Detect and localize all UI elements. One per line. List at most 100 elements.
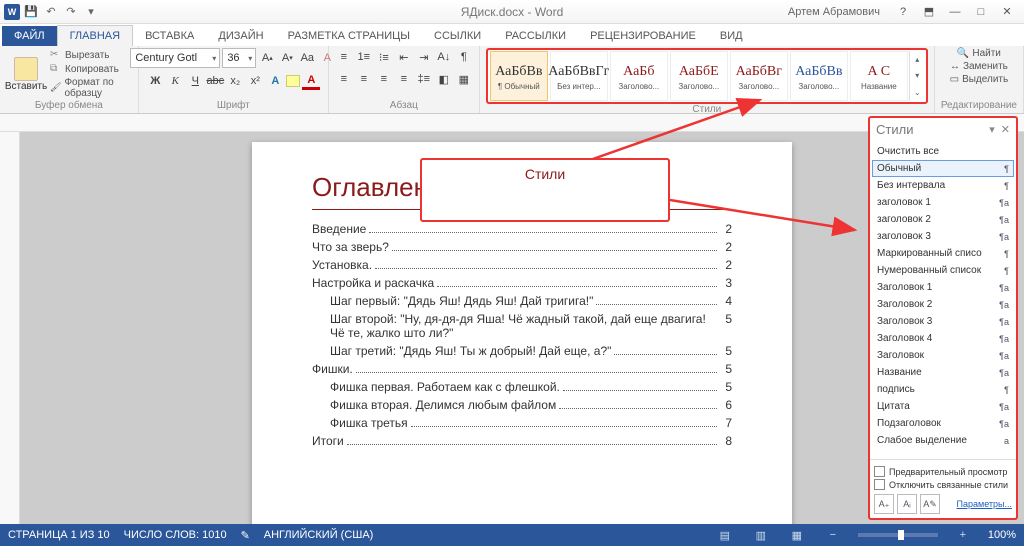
maximize-icon[interactable]: □ xyxy=(968,3,994,21)
toc-entry[interactable]: Фишка первая. Работаем как с флешкой.5 xyxy=(312,380,732,394)
shading-icon[interactable]: ◧ xyxy=(435,70,453,88)
underline-button[interactable]: Ч xyxy=(186,72,204,90)
toc-entry[interactable]: Настройка и раскачка3 xyxy=(312,276,732,290)
style-list-item[interactable]: Обычный¶ xyxy=(872,160,1014,177)
show-marks-icon[interactable]: ¶ xyxy=(455,48,473,66)
find-button[interactable]: 🔍Найти xyxy=(957,48,1001,59)
linked-styles-checkbox[interactable]: Отключить связанные стили xyxy=(874,479,1012,490)
style-gallery-item[interactable]: АаБбЗаголово... xyxy=(610,51,668,101)
style-gallery-item[interactable]: АаБбВвЗаголово... xyxy=(790,51,848,101)
styles-gallery-more[interactable]: ▴▾⌄ xyxy=(909,51,925,101)
highlight-icon[interactable] xyxy=(286,75,300,87)
align-right-icon[interactable]: ≡ xyxy=(375,70,393,88)
style-list-item[interactable]: Заголовок 2¶а xyxy=(872,296,1014,313)
vertical-ruler[interactable] xyxy=(0,132,20,524)
toc-entry[interactable]: Фишка третья7 xyxy=(312,416,732,430)
font-color-icon[interactable]: A xyxy=(302,72,320,90)
preview-checkbox[interactable]: Предварительный просмотр xyxy=(874,466,1012,477)
tab-design[interactable]: ДИЗАЙН xyxy=(206,26,275,46)
tab-insert[interactable]: ВСТАВКА xyxy=(133,26,206,46)
ribbon-collapse-icon[interactable]: ⬒ xyxy=(916,3,942,21)
help-icon[interactable]: ? xyxy=(890,3,916,21)
font-size-combo[interactable]: 36 xyxy=(222,48,256,68)
style-list-item[interactable]: Без интервала¶ xyxy=(872,177,1014,194)
bold-button[interactable]: Ж xyxy=(146,72,164,90)
zoom-slider[interactable] xyxy=(858,533,938,537)
style-list-item[interactable]: Подзаголовок¶а xyxy=(872,415,1014,432)
style-gallery-item[interactable]: АаБбВв¶ Обычный xyxy=(490,51,548,101)
align-center-icon[interactable]: ≡ xyxy=(355,70,373,88)
style-gallery-item[interactable]: АаБбВгЗаголово... xyxy=(730,51,788,101)
style-gallery-item[interactable]: А СНазвание xyxy=(850,51,908,101)
style-list-item[interactable]: заголовок 2¶а xyxy=(872,211,1014,228)
tab-home[interactable]: ГЛАВНАЯ xyxy=(57,25,133,46)
new-style-button[interactable]: A₊ xyxy=(874,494,894,514)
toc-entry[interactable]: Что за зверь?2 xyxy=(312,240,732,254)
format-painter-button[interactable]: Формат по образцу xyxy=(50,77,132,99)
paste-button[interactable]: Вставить xyxy=(6,57,46,92)
sort-icon[interactable]: A↓ xyxy=(435,48,453,66)
toc-entry[interactable]: Установка.2 xyxy=(312,258,732,272)
strikethrough-button[interactable]: abc xyxy=(206,72,224,90)
styles-pane-dropdown-icon[interactable]: ▾ xyxy=(989,123,995,136)
qat-undo-icon[interactable]: ↶ xyxy=(42,3,60,21)
toc-entry[interactable]: Фишка вторая. Делимся любым файлом6 xyxy=(312,398,732,412)
superscript-button[interactable]: x² xyxy=(246,72,264,90)
status-page[interactable]: СТРАНИЦА 1 ИЗ 10 xyxy=(8,529,110,541)
view-print-icon[interactable]: ▥ xyxy=(750,527,772,543)
style-gallery-item[interactable]: АаБбЕЗаголово... xyxy=(670,51,728,101)
user-name[interactable]: Артем Абрамович xyxy=(788,6,880,18)
close-icon[interactable]: ✕ xyxy=(994,3,1020,21)
zoom-in-icon[interactable]: + xyxy=(952,527,974,543)
style-inspector-button[interactable]: Aᵢ xyxy=(897,494,917,514)
multilevel-icon[interactable]: ⁝≡ xyxy=(375,48,393,66)
align-left-icon[interactable]: ≡ xyxy=(335,70,353,88)
increase-indent-icon[interactable]: ⇥ xyxy=(415,48,433,66)
qat-more-icon[interactable]: ▾ xyxy=(82,3,100,21)
tab-mailings[interactable]: РАССЫЛКИ xyxy=(493,26,578,46)
view-read-icon[interactable]: ▤ xyxy=(714,527,736,543)
replace-button[interactable]: ↔Заменить xyxy=(950,61,1008,72)
minimize-icon[interactable]: — xyxy=(942,3,968,21)
qat-redo-icon[interactable]: ↷ xyxy=(62,3,80,21)
style-list-item[interactable]: Маркированный списо¶ xyxy=(872,245,1014,262)
tab-references[interactable]: ССЫЛКИ xyxy=(422,26,493,46)
numbering-icon[interactable]: 1≡ xyxy=(355,48,373,66)
copy-button[interactable]: Копировать xyxy=(50,63,132,75)
style-list-item[interactable]: Нумерованный список¶ xyxy=(872,262,1014,279)
style-list-item[interactable]: Заголовок 4¶а xyxy=(872,330,1014,347)
toc-entry[interactable]: Итоги8 xyxy=(312,434,732,448)
zoom-out-icon[interactable]: − xyxy=(822,527,844,543)
shrink-font-icon[interactable]: A▾ xyxy=(278,49,296,67)
tab-review[interactable]: РЕЦЕНЗИРОВАНИЕ xyxy=(578,26,708,46)
line-spacing-icon[interactable]: ‡≡ xyxy=(415,70,433,88)
tab-file[interactable]: ФАЙЛ xyxy=(2,26,57,46)
borders-icon[interactable]: ▦ xyxy=(455,70,473,88)
style-list-item[interactable]: заголовок 3¶а xyxy=(872,228,1014,245)
decrease-indent-icon[interactable]: ⇤ xyxy=(395,48,413,66)
select-button[interactable]: ▭Выделить xyxy=(950,74,1009,85)
toc-entry[interactable]: Шаг второй: "Ну, дя-дя-дя Яша! Чё жадный… xyxy=(312,312,732,340)
status-language[interactable]: АНГЛИЙСКИЙ (США) xyxy=(264,529,374,541)
cut-button[interactable]: Вырезать xyxy=(50,49,132,61)
font-name-combo[interactable]: Century Gotl xyxy=(130,48,220,68)
style-clear-all[interactable]: Очистить все xyxy=(872,143,1014,160)
align-justify-icon[interactable]: ≡ xyxy=(395,70,413,88)
tab-layout[interactable]: РАЗМЕТКА СТРАНИЦЫ xyxy=(276,26,422,46)
change-case-icon[interactable]: Aa xyxy=(298,49,316,67)
styles-pane-close-icon[interactable]: ✕ xyxy=(1001,123,1010,136)
toc-entry[interactable]: Введение2 xyxy=(312,222,732,236)
status-proofing-icon[interactable]: ✎ xyxy=(241,529,250,542)
bullets-icon[interactable]: ≡ xyxy=(335,48,353,66)
style-list-item[interactable]: Заголовок 1¶а xyxy=(872,279,1014,296)
style-list-item[interactable]: Заголовок¶а xyxy=(872,347,1014,364)
style-list-item[interactable]: Цитата¶а xyxy=(872,398,1014,415)
text-effects-icon[interactable]: A xyxy=(266,72,284,90)
italic-button[interactable]: К xyxy=(166,72,184,90)
style-list-item[interactable]: подпись¶ xyxy=(872,381,1014,398)
qat-save-icon[interactable]: 💾 xyxy=(22,3,40,21)
style-gallery-item[interactable]: АаБбВвГгБез интер... xyxy=(550,51,608,101)
zoom-level[interactable]: 100% xyxy=(988,529,1016,541)
style-list-item[interactable]: заголовок 1¶а xyxy=(872,194,1014,211)
view-web-icon[interactable]: ▦ xyxy=(786,527,808,543)
